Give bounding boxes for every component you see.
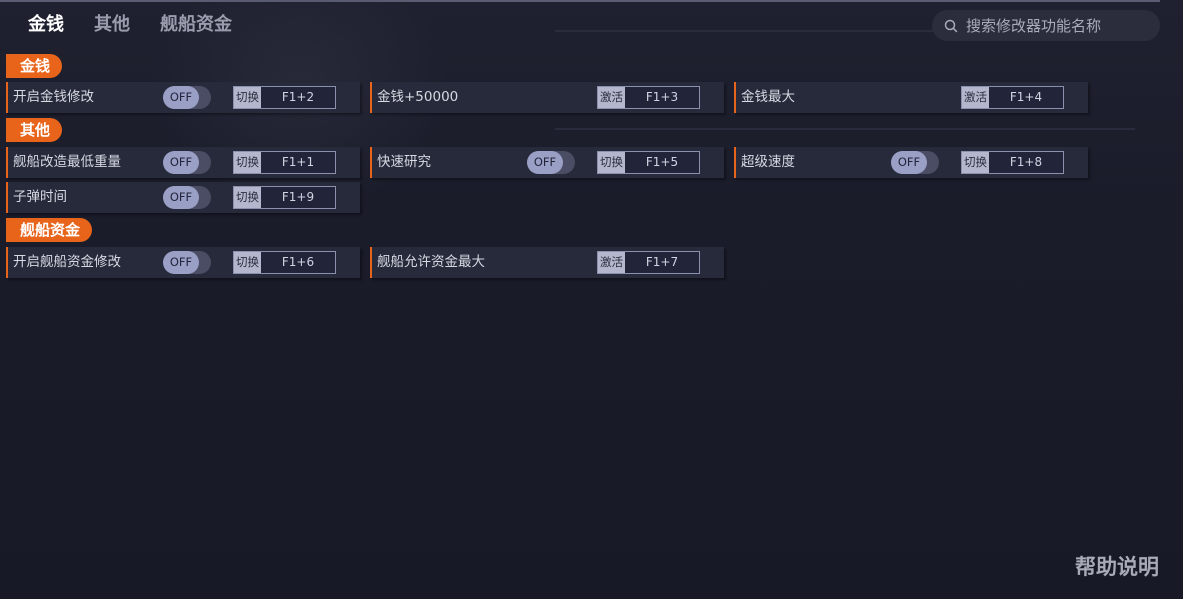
hotkey-type: 切换	[962, 152, 989, 173]
item-label: 舰船允许资金最大	[377, 254, 485, 270]
hotkey-box[interactable]: 激活 F1+7	[597, 251, 700, 274]
hotkey-type: 激活	[598, 252, 625, 273]
toggle-switch[interactable]: OFF	[163, 186, 211, 209]
item-ship-min-weight: 舰船改造最低重量 OFF 切换 F1+1	[6, 147, 360, 178]
hotkey-key: F1+2	[261, 87, 335, 108]
item-label: 开启舰船资金修改	[13, 254, 121, 270]
item-label: 金钱+50000	[377, 89, 459, 105]
section-header-money: 金钱	[6, 54, 63, 78]
hotkey-box[interactable]: 切换 F1+2	[233, 86, 336, 109]
toggle-switch[interactable]: OFF	[163, 86, 211, 109]
hotkey-key: F1+3	[625, 87, 699, 108]
item-ship-funds-max[interactable]: 舰船允许资金最大 激活 F1+7	[370, 247, 724, 278]
hotkey-type: 切换	[234, 187, 261, 208]
help-link[interactable]: 帮助说明	[1075, 551, 1159, 581]
hotkey-type: 激活	[962, 87, 989, 108]
item-label: 金钱最大	[741, 89, 795, 105]
tab-ship-funds[interactable]: 舰船资金	[160, 12, 232, 38]
section-header-ship-funds: 舰船资金	[6, 218, 93, 242]
hotkey-box[interactable]: 激活 F1+4	[961, 86, 1064, 109]
toggle-switch[interactable]: OFF	[891, 151, 939, 174]
toggle-state: OFF	[527, 151, 563, 174]
search-icon	[944, 19, 958, 32]
item-label: 超级速度	[741, 154, 795, 170]
item-label: 快速研究	[377, 154, 431, 170]
hotkey-key: F1+7	[625, 252, 699, 273]
item-enable-ship-funds-mod: 开启舰船资金修改 OFF 切换 F1+6	[6, 247, 360, 278]
trainer-window: 金钱 其他 舰船资金 金钱 开启金钱修改 OFF 切换F1+2 金钱+50000…	[0, 0, 1183, 599]
item-enable-money-mod: 开启金钱修改 OFF 切换 F1+2	[6, 82, 360, 113]
hotkey-key: F1+1	[261, 152, 335, 173]
item-label: 开启金钱修改	[13, 89, 94, 105]
hotkey-box[interactable]: 切换 F1+8	[961, 151, 1064, 174]
background-rule-bottom	[555, 128, 1135, 130]
hotkey-type: 激活	[598, 87, 625, 108]
toggle-state: OFF	[163, 86, 199, 109]
search-input[interactable]	[964, 15, 1148, 36]
hotkey-type: 切换	[234, 87, 261, 108]
toggle-state: OFF	[163, 186, 199, 209]
item-fast-research: 快速研究 OFF 切换 F1+5	[370, 147, 724, 178]
top-divider	[0, 0, 1160, 2]
item-bullet-time: 子弹时间 OFF 切换 F1+9	[6, 182, 360, 213]
item-label: 子弹时间	[13, 189, 67, 205]
item-super-speed: 超级速度 OFF 切换 F1+8	[734, 147, 1088, 178]
toggle-switch[interactable]: OFF	[527, 151, 575, 174]
item-money-max[interactable]: 金钱最大 激活 F1+4	[734, 82, 1088, 113]
tab-money[interactable]: 金钱	[28, 12, 64, 38]
section-header-other: 其他	[6, 118, 63, 142]
tab-bar: 金钱 其他 舰船资金	[28, 12, 232, 38]
toggle-state: OFF	[163, 151, 199, 174]
hotkey-type: 切换	[598, 152, 625, 173]
hotkey-box[interactable]: 激活 F1+3	[597, 86, 700, 109]
toggle-switch[interactable]: OFF	[163, 251, 211, 274]
hotkey-box[interactable]: 切换 F1+5	[597, 151, 700, 174]
hotkey-key: F1+6	[261, 252, 335, 273]
hotkey-key: F1+9	[261, 187, 335, 208]
hotkey-type: 切换	[234, 152, 261, 173]
search-box[interactable]	[932, 10, 1160, 41]
tab-other[interactable]: 其他	[94, 12, 130, 38]
toggle-switch[interactable]: OFF	[163, 151, 211, 174]
hotkey-key: F1+5	[625, 152, 699, 173]
toggle-state: OFF	[163, 251, 199, 274]
hotkey-type: 切换	[234, 252, 261, 273]
hotkey-key: F1+4	[989, 87, 1063, 108]
item-label: 舰船改造最低重量	[13, 154, 121, 170]
hotkey-box[interactable]: 切换 F1+1	[233, 151, 336, 174]
hotkey-box[interactable]: 切换 F1+9	[233, 186, 336, 209]
hotkey-box[interactable]: 切换 F1+6	[233, 251, 336, 274]
hotkey-key: F1+8	[989, 152, 1063, 173]
item-money-plus-50000[interactable]: 金钱+50000 激活 F1+3	[370, 82, 724, 113]
toggle-state: OFF	[891, 151, 927, 174]
